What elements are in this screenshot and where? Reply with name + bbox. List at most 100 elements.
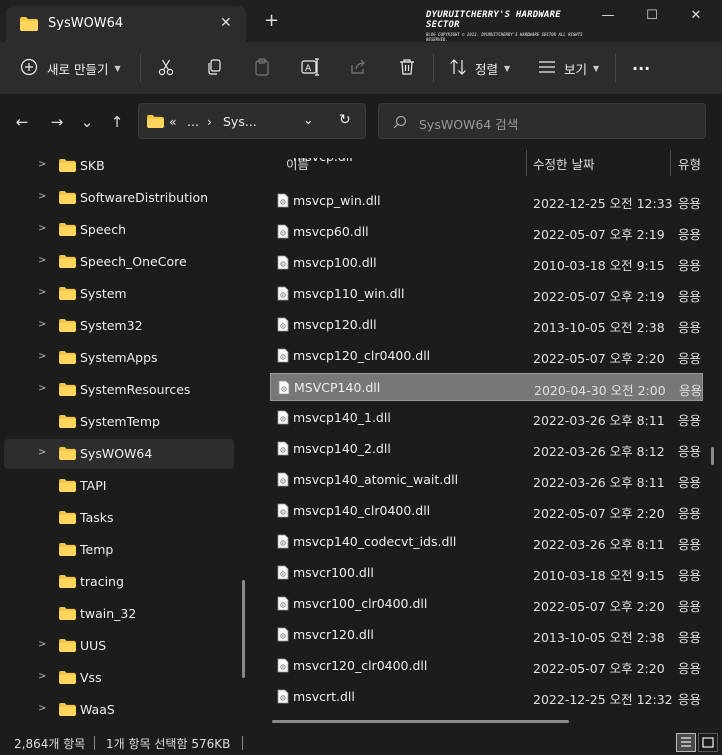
delete-button[interactable] [398, 56, 416, 80]
up-button[interactable]: ↑ [107, 112, 127, 132]
table-row[interactable]: msvcp60.dll 2022-05-07 오후 2:19 응용 [270, 218, 703, 246]
file-date: 2022-05-07 오후 2:20 [533, 506, 665, 521]
sidebar-item[interactable]: > SoftwareDistribution [4, 183, 234, 213]
sidebar-item[interactable]: TAPI [4, 471, 234, 501]
search-icon [393, 115, 407, 132]
new-tab-button[interactable]: + [264, 12, 279, 30]
chevron-right-icon[interactable]: > [38, 191, 46, 202]
table-row[interactable]: msvcp140_atomic_wait.dll 2022-03-26 오후 8:… [270, 466, 703, 494]
paste-button[interactable] [253, 56, 271, 80]
tab-syswow64[interactable]: SysWOW64 ✕ [6, 6, 246, 42]
navigation-scrollbar[interactable] [242, 580, 245, 678]
sort-button[interactable]: 정렬 ▼ [449, 56, 510, 80]
chevron-right-icon[interactable]: > [38, 223, 46, 234]
chevron-right-icon[interactable]: > [38, 319, 46, 330]
file-date: 2022-05-07 오후 2:19 [533, 289, 665, 304]
file-list-horizontal-scrollbar[interactable] [272, 720, 569, 723]
sidebar-item[interactable]: > Speech [4, 215, 234, 245]
file-name: msvcrt.dll [293, 689, 355, 704]
sidebar-item[interactable]: tracing [4, 567, 234, 597]
sidebar-item[interactable]: > System32 [4, 311, 234, 341]
table-row[interactable]: msvcp_win.dll 2022-12-25 오전 12:33 응용 [270, 187, 703, 215]
path-current[interactable]: Sys... [223, 114, 257, 129]
chevron-right-icon[interactable]: > [38, 671, 46, 682]
close-button[interactable]: ✕ [684, 8, 708, 26]
chevron-right-icon[interactable]: > [38, 703, 46, 714]
path-dropdown-icon[interactable]: ⌄ [303, 112, 313, 127]
copy-button[interactable] [205, 56, 223, 80]
rename-button[interactable]: A [301, 56, 321, 80]
back-button[interactable]: ← [12, 112, 32, 132]
tiles-view-button[interactable] [698, 733, 718, 752]
chevron-right-icon[interactable]: > [38, 255, 46, 266]
file-type: 응용 [678, 258, 702, 273]
file-type: 응용 [678, 599, 702, 614]
search-input[interactable]: SysWOW64 검색 [378, 103, 706, 139]
file-date: 2022-12-25 오전 12:33 [533, 196, 673, 211]
chevron-right-icon[interactable]: > [38, 447, 46, 458]
sidebar-item[interactable]: > SystemResources [4, 375, 234, 405]
table-row-partial[interactable]: msvcp.dll [270, 158, 703, 178]
view-button[interactable]: 보기 ▼ [538, 56, 599, 80]
sidebar-item-label: Speech [80, 222, 127, 237]
table-row[interactable]: msvcp140_clr0400.dll 2022-05-07 오후 2:20 응용 [270, 497, 703, 525]
chevron-right-icon[interactable]: > [38, 287, 46, 298]
more-options-button[interactable]: ··· [632, 56, 650, 80]
file-list-vertical-scrollbar[interactable] [711, 447, 714, 465]
sidebar-item[interactable]: > SKB [4, 151, 234, 181]
table-row[interactable]: msvcp100.dll 2010-03-18 오전 9:15 응용 [270, 249, 703, 277]
file-type: 응용 [678, 196, 702, 211]
table-row[interactable]: MSVCP140.dll 2020-04-30 오전 2:00 응용 [270, 373, 703, 401]
path-overflow[interactable]: « [169, 114, 177, 129]
table-row[interactable]: msvcp140_2.dll 2022-03-26 오후 8:12 응용 [270, 435, 703, 463]
table-row[interactable]: msvcr120_clr0400.dll 2022-05-07 오후 2:20 응용 [270, 652, 703, 680]
sidebar-item[interactable]: > Vss [4, 663, 234, 693]
sidebar-item[interactable]: Tasks [4, 503, 234, 533]
chevron-right-icon[interactable]: > [38, 351, 46, 362]
table-row[interactable]: msvcp110_win.dll 2022-05-07 오후 2:19 응용 [270, 280, 703, 308]
file-name: msvcp120.dll [293, 317, 377, 332]
recent-locations-button[interactable]: ⌄ [77, 112, 97, 132]
address-path-box[interactable]: « ... › Sys... ⌄ ↻ [138, 103, 366, 139]
path-separator[interactable]: › [207, 114, 212, 129]
chevron-right-icon[interactable]: > [38, 639, 46, 650]
file-date: 2022-05-07 오후 2:20 [533, 351, 665, 366]
sidebar-item[interactable]: > System [4, 279, 234, 309]
sidebar-item[interactable]: > WaaS [4, 695, 234, 725]
sidebar-item-label: UUS [80, 638, 107, 653]
sidebar-item-label: SystemResources [80, 382, 191, 397]
table-row[interactable]: msvcp140_1.dll 2022-03-26 오후 8:11 응용 [270, 404, 703, 432]
sidebar-item[interactable]: > Speech_OneCore [4, 247, 234, 277]
tab-close-icon[interactable]: ✕ [220, 15, 232, 31]
table-row[interactable]: msvcr120.dll 2013-10-05 오전 2:38 응용 [270, 621, 703, 649]
minimize-button[interactable]: — [596, 8, 620, 26]
dll-file-icon [277, 472, 289, 490]
cut-button[interactable] [157, 56, 175, 80]
table-row[interactable]: msvcr100.dll 2010-03-18 오전 9:15 응용 [270, 559, 703, 587]
chevron-right-icon[interactable]: > [38, 159, 46, 170]
table-row[interactable]: msvcr100_clr0400.dll 2022-05-07 오후 2:20 응용 [270, 590, 703, 618]
sidebar-item-label: SystemApps [80, 350, 158, 365]
sidebar-item[interactable]: > SysWOW64 [4, 439, 234, 469]
forward-button[interactable]: → [47, 112, 67, 132]
file-date: 2020-04-30 오전 2:00 [534, 383, 666, 398]
file-name: msvcp60.dll [293, 224, 369, 239]
chevron-right-icon[interactable]: > [38, 383, 46, 394]
sidebar-item[interactable]: SystemTemp [4, 407, 234, 437]
table-row[interactable]: msvcp120_clr0400.dll 2022-05-07 오후 2:20 응용 [270, 342, 703, 370]
path-ellipsis[interactable]: ... [187, 114, 199, 129]
maximize-button[interactable]: ☐ [640, 8, 664, 26]
details-view-button[interactable] [676, 733, 696, 752]
table-row[interactable]: msvcp140_codecvt_ids.dll 2022-03-26 오후 8:… [270, 528, 703, 556]
sidebar-item[interactable]: twain_32 [4, 599, 234, 629]
share-button[interactable] [349, 56, 367, 80]
sidebar-item[interactable]: > SystemApps [4, 343, 234, 373]
table-row[interactable]: msvcrt.dll 2022-12-25 오전 12:32 응용 [270, 683, 703, 711]
sidebar-item[interactable]: Temp [4, 535, 234, 565]
new-button[interactable]: 새로 만들기 ▼ [20, 56, 121, 80]
sidebar-item[interactable]: > UUS [4, 631, 234, 661]
table-row[interactable]: msvcp120.dll 2013-10-05 오전 2:38 응용 [270, 311, 703, 339]
file-date: 2022-03-26 오후 8:11 [533, 475, 665, 490]
dll-file-icon [277, 317, 289, 335]
refresh-button[interactable]: ↻ [339, 112, 351, 128]
